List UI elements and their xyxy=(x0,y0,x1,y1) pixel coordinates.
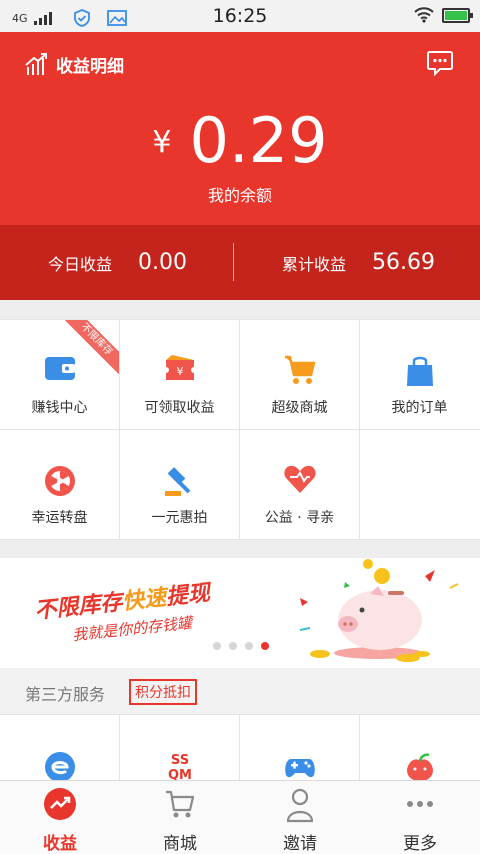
service-item[interactable] xyxy=(360,715,480,780)
svg-text:SS: SS xyxy=(170,753,188,768)
chat-bubble-icon xyxy=(427,51,453,77)
shopping-cart-icon xyxy=(284,355,315,384)
lucky-wheel-icon xyxy=(44,466,75,496)
menu-item-one-yuan-auction[interactable]: 一元惠拍 xyxy=(120,430,239,539)
more-dots-icon xyxy=(407,801,433,807)
ticket-yen-icon: ¥ xyxy=(162,355,197,380)
total-earnings-value: 56.69 xyxy=(372,250,435,275)
points-deduction-badge: 积分抵扣 xyxy=(129,679,197,705)
menu-item-super-mall[interactable]: 超级商城 xyxy=(240,320,359,429)
tab-label: 邀请 xyxy=(283,834,317,854)
carousel-dot[interactable] xyxy=(213,642,221,650)
earnings-summary: 今日收益 0.00 累计收益 56.69 xyxy=(0,225,480,300)
menu-item-label: 公益 · 寻亲 xyxy=(264,510,335,526)
service-item[interactable] xyxy=(0,715,119,780)
banner-headline-part: 提现 xyxy=(164,580,212,611)
currency-symbol: ¥ xyxy=(152,125,172,160)
menu-item-empty xyxy=(360,430,480,539)
earnings-trend-icon xyxy=(44,788,76,820)
third-party-section-header: 第三方服务 积分抵扣 xyxy=(0,668,480,714)
balance-value: 0.29 xyxy=(189,104,328,177)
balance-amount: ¥0.29 xyxy=(0,104,480,177)
carousel-dot[interactable] xyxy=(229,642,237,650)
piggy-bank-illustration xyxy=(299,559,459,662)
clock: 16:25 xyxy=(212,5,268,27)
tab-more[interactable]: 更多 xyxy=(360,781,480,854)
battery-icon xyxy=(442,7,473,23)
menu-item-my-orders[interactable]: 我的订单 xyxy=(360,320,480,429)
menu-item-label: 超级商城 xyxy=(271,400,328,416)
total-earnings-label: 累计收益 xyxy=(282,254,347,274)
svg-text:¥: ¥ xyxy=(176,365,183,378)
wallet-icon xyxy=(44,357,75,380)
feature-grid: 不限库存 赚钱中心 ¥ 可领取收益 超级商城 我的订单 幸运转盘 一元惠拍 公益… xyxy=(0,319,480,540)
carousel-dot[interactable] xyxy=(245,642,253,650)
auction-hammer-icon xyxy=(164,467,190,496)
carousel-dots xyxy=(213,642,269,650)
shopping-bag-icon xyxy=(406,356,433,386)
service-item[interactable] xyxy=(240,715,359,780)
cart-icon xyxy=(166,790,195,818)
menu-item-earn-center[interactable]: 不限库存 赚钱中心 xyxy=(0,320,119,429)
carousel-dot[interactable] xyxy=(261,642,269,650)
menu-item-label: 可领取收益 xyxy=(144,400,215,416)
menu-item-lucky-wheel[interactable]: 幸运转盘 xyxy=(0,430,119,539)
person-icon xyxy=(286,788,314,823)
bottom-tab-bar: 收益 商城 邀请 更多 xyxy=(0,780,480,854)
e-browser-icon xyxy=(44,752,75,780)
gamepad-icon xyxy=(284,759,315,778)
svg-text:QM: QM xyxy=(168,768,192,780)
tab-invite[interactable]: 邀请 xyxy=(240,781,360,854)
banner-headline-part: 不限库存 xyxy=(33,590,124,625)
tab-label: 收益 xyxy=(43,834,77,854)
menu-item-label: 一元惠拍 xyxy=(151,510,208,526)
ssqm-icon: SSQM xyxy=(168,753,192,780)
earnings-detail-link[interactable]: 收益明细 xyxy=(24,52,124,77)
today-earnings-value: 0.00 xyxy=(138,250,187,275)
bar-chart-icon xyxy=(25,52,47,75)
message-button[interactable] xyxy=(426,50,454,80)
heart-icon xyxy=(283,465,316,493)
status-bar: 4G 16:25 xyxy=(0,0,480,32)
today-earnings: 今日收益 0.00 xyxy=(48,225,187,300)
promo-banner[interactable]: 不限库存快速提现 我就是你的存钱罐 xyxy=(0,558,480,668)
menu-item-charity-search[interactable]: 公益 · 寻亲 xyxy=(240,430,359,539)
peach-icon xyxy=(406,753,433,780)
menu-item-claimable-earnings[interactable]: ¥ 可领取收益 xyxy=(120,320,239,429)
banner-headline-highlight: 快速 xyxy=(120,585,168,615)
menu-item-label: 幸运转盘 xyxy=(31,510,88,526)
tab-earnings[interactable]: 收益 xyxy=(0,781,120,854)
header-title: 收益明细 xyxy=(56,57,124,77)
section-title: 第三方服务 xyxy=(25,685,106,704)
summary-divider xyxy=(233,243,234,281)
service-item[interactable]: SS QM xyxy=(120,715,239,780)
tab-label: 商城 xyxy=(163,834,197,854)
earnings-header: 收益明细 ¥0.29 我的余额 xyxy=(0,32,480,225)
menu-item-label: 我的订单 xyxy=(391,400,448,416)
today-earnings-label: 今日收益 xyxy=(48,254,113,274)
third-party-services: SS QM xyxy=(0,714,480,780)
balance-label: 我的余额 xyxy=(207,186,272,205)
tab-mall[interactable]: 商城 xyxy=(120,781,240,854)
menu-item-label: 赚钱中心 xyxy=(31,400,88,416)
wifi-icon xyxy=(414,7,434,23)
total-earnings: 累计收益 56.69 xyxy=(282,225,435,300)
tab-label: 更多 xyxy=(403,834,437,854)
